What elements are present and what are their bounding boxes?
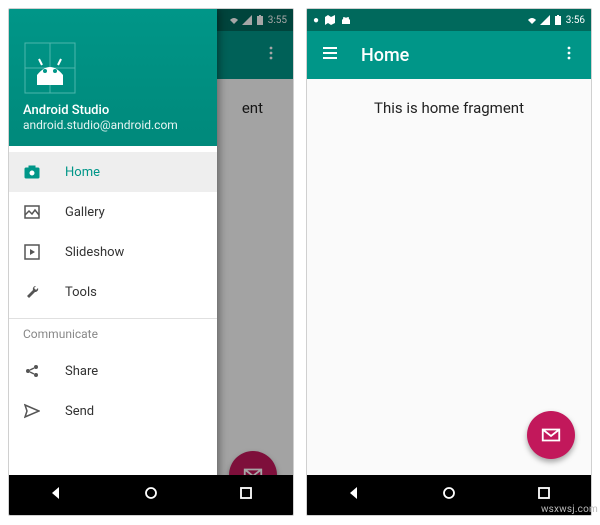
drawer-item-label: Send [65, 404, 94, 419]
drawer-item-label: Home [65, 165, 100, 180]
drawer-item-send[interactable]: Send [9, 391, 217, 431]
watermark: wsxwsj.com [541, 504, 598, 515]
drawer-subheader-communicate: Communicate [9, 319, 217, 345]
home-fragment-text: This is home fragment [307, 79, 591, 117]
drawer-user-email: android.studio@android.com [23, 118, 203, 132]
device-right-home: ● 3:56 Home This is home fragment [306, 8, 592, 516]
drawer-item-share[interactable]: Share [9, 351, 217, 391]
status-time: 3:56 [566, 15, 585, 26]
drawer-item-label: Tools [65, 285, 97, 300]
drawer-item-gallery[interactable]: Gallery [9, 192, 217, 232]
battery-icon [553, 15, 563, 25]
hamburger-icon[interactable] [321, 44, 339, 66]
overflow-menu-icon[interactable] [561, 45, 577, 65]
android-status-icon [341, 15, 351, 25]
nav-back-icon[interactable] [48, 485, 64, 505]
drawer-list-communicate: Share Send [9, 345, 217, 437]
tools-icon [23, 284, 41, 300]
drawer-item-home[interactable]: Home [9, 152, 217, 192]
android-avatar-icon [23, 41, 77, 95]
nav-recents-icon[interactable] [536, 485, 552, 505]
avatar [23, 41, 77, 95]
status-right: 3:56 [527, 15, 585, 26]
slideshow-icon [23, 244, 41, 260]
share-icon [23, 363, 41, 379]
wifi-icon [527, 15, 537, 25]
status-left: ● [313, 15, 351, 26]
send-icon [23, 403, 41, 419]
status-bar: ● 3:56 [307, 9, 591, 31]
drawer-list-primary: Home Gallery Slideshow Tools [9, 146, 217, 318]
drawer-item-tools[interactable]: Tools [9, 272, 217, 312]
drawer-item-label: Slideshow [65, 245, 124, 260]
drawer-item-label: Gallery [65, 205, 105, 220]
drawer-header: Android Studio android.studio@android.co… [9, 9, 217, 146]
signal-icon [540, 15, 550, 25]
camera-icon [23, 164, 41, 180]
device-left-drawer-open: ● 3:55 Home ent [8, 8, 294, 516]
android-nav-bar [9, 475, 293, 515]
app-bar: Home [307, 31, 591, 79]
drawer-item-label: Share [65, 364, 98, 379]
drawer-item-slideshow[interactable]: Slideshow [9, 232, 217, 272]
navigation-drawer: Android Studio android.studio@android.co… [9, 9, 217, 515]
maps-icon [325, 15, 335, 25]
drawer-user-name: Android Studio [23, 103, 203, 118]
fab-mail[interactable] [527, 411, 575, 459]
app-bar-title: Home [361, 45, 409, 66]
gallery-icon [23, 204, 41, 220]
mail-icon [540, 424, 562, 446]
content-area: This is home fragment [307, 79, 591, 475]
nav-home-icon[interactable] [441, 485, 457, 505]
nav-home-icon[interactable] [143, 485, 159, 505]
dot-icon: ● [313, 15, 319, 26]
nav-back-icon[interactable] [346, 485, 362, 505]
nav-recents-icon[interactable] [238, 485, 254, 505]
